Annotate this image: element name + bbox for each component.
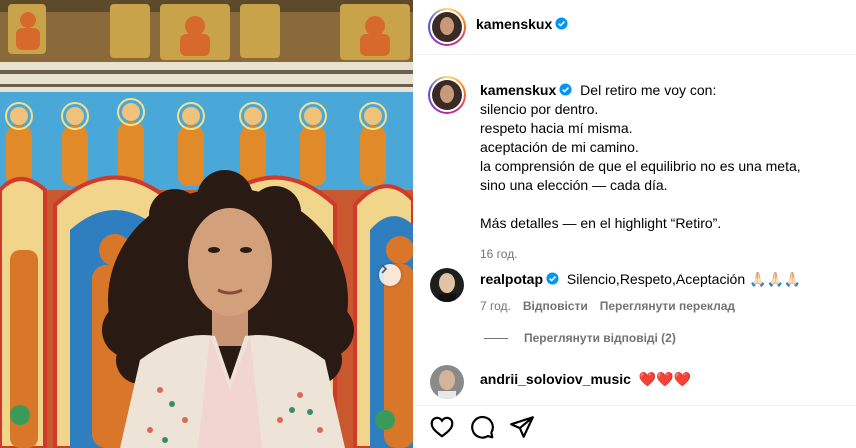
author-avatar[interactable] xyxy=(428,8,466,46)
paper-plane-icon[interactable] xyxy=(509,414,535,440)
comment-item: realpotap Silencio,Respeto,Aceptación 🙏🏻… xyxy=(480,271,801,288)
author-username[interactable]: kamenskux xyxy=(476,16,552,32)
view-replies-label: Переглянути відповіді (2) xyxy=(524,331,676,345)
view-replies-button[interactable]: Переглянути відповіді (2) xyxy=(484,331,676,345)
heart-icon[interactable] xyxy=(429,414,455,440)
post-details-panel: kamenskux kamenskux Del retiro me voy co… xyxy=(413,0,856,448)
caption-author-avatar[interactable] xyxy=(428,76,466,114)
next-photo-button[interactable] xyxy=(379,264,401,286)
caption-text: Del retiro me voy con: xyxy=(580,82,717,98)
post-caption: kamenskux Del retiro me voy con: silenci… xyxy=(480,81,840,264)
comment-timestamp[interactable]: 7 год. xyxy=(480,299,511,313)
temple-portrait-image xyxy=(0,0,413,448)
caption-text: la comprensión de que el equilibrio no e… xyxy=(480,158,801,174)
see-translation-button[interactable]: Переглянути переклад xyxy=(600,299,735,313)
comment-author-username[interactable]: realpotap xyxy=(480,271,543,287)
caption-text: Más detalles — en el highlight “Retiro”. xyxy=(480,215,722,231)
caption-text: aceptación de mi camino. xyxy=(480,139,639,155)
post-photo[interactable] xyxy=(0,0,413,448)
caption-author-username[interactable]: kamenskux xyxy=(480,82,556,98)
post-header: kamenskux xyxy=(413,0,856,55)
verified-badge-icon xyxy=(555,17,568,30)
comment-icon[interactable] xyxy=(469,414,495,440)
verified-badge-icon xyxy=(546,272,559,285)
replies-divider xyxy=(484,337,508,339)
verified-badge-icon xyxy=(559,83,572,96)
caption-text: silencio por dentro. xyxy=(480,101,599,117)
commenter-avatar[interactable] xyxy=(430,268,464,302)
header-author[interactable]: kamenskux xyxy=(476,16,568,32)
caption-line: kamenskux Del retiro me voy con: xyxy=(480,81,840,100)
commenter-avatar[interactable] xyxy=(430,365,464,399)
comment-text: Silencio,Respeto,Aceptación 🙏🏻🙏🏻🙏🏻 xyxy=(566,271,802,287)
comment-meta: 7 год. Відповісти Переглянути переклад xyxy=(480,297,735,313)
commenter-avatar-image xyxy=(430,365,464,399)
comment-item: andrii_soloviov_music ❤️❤️❤️ xyxy=(480,371,691,388)
reply-button[interactable]: Відповісти xyxy=(523,299,588,313)
comment-author-username[interactable]: andrii_soloviov_music xyxy=(480,371,631,387)
caption-text: respeto hacia mí misma. xyxy=(480,120,633,136)
caption-timestamp[interactable]: 16 год. xyxy=(480,245,840,264)
chevron-right-icon xyxy=(381,264,388,274)
comment-text: ❤️❤️❤️ xyxy=(638,371,692,387)
author-avatar-image xyxy=(432,80,462,110)
post-actions-bar xyxy=(413,405,856,448)
commenter-avatar-image xyxy=(430,268,464,302)
author-avatar-image xyxy=(432,12,462,42)
caption-text: sino una elección — cada día. xyxy=(480,177,668,193)
